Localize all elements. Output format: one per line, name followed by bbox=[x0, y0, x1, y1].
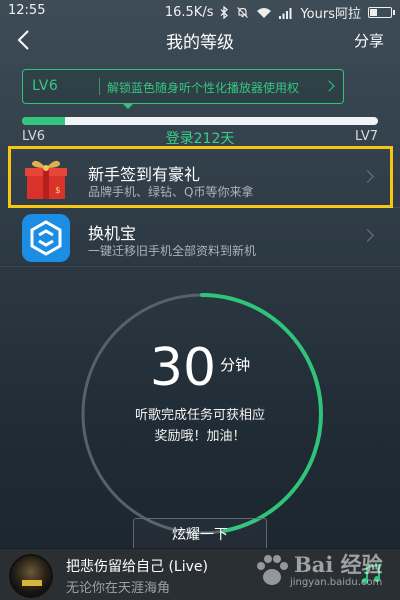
task-desc-line1: 听歌完成任务可获相应 bbox=[134, 408, 265, 423]
highlight-box bbox=[8, 146, 393, 208]
list-item-title: 换机宝 bbox=[88, 224, 137, 243]
paw-logo-icon bbox=[257, 555, 288, 585]
task-description: 听歌完成任务可获相应 奖励哦！加油！ bbox=[100, 405, 300, 447]
chevron-right-icon bbox=[361, 229, 374, 242]
album-art-label bbox=[22, 580, 42, 586]
baidu-jingyan-watermark: Bai 经验 jingyan.baidu.com bbox=[250, 545, 400, 600]
watermark-brand: Bai 经验 bbox=[294, 552, 383, 577]
song-subtitle: 无论你在天涯海角 bbox=[66, 581, 171, 596]
share-button[interactable]: 分享 bbox=[354, 30, 384, 51]
status-right: 16.5K/s Yours阿拉 bbox=[164, 3, 395, 22]
album-art[interactable] bbox=[9, 554, 53, 598]
huanjibao-app-icon bbox=[22, 214, 70, 262]
carrier-name: Yours阿拉 bbox=[300, 7, 361, 22]
mute-bell-icon bbox=[237, 7, 249, 18]
show-off-button[interactable]: 炫耀一下 bbox=[133, 518, 267, 552]
bluetooth-icon bbox=[221, 6, 229, 19]
task-desc-line2: 奖励哦！加油！ bbox=[154, 429, 246, 444]
login-days: 登录212天 bbox=[165, 131, 235, 147]
wifi-icon bbox=[257, 7, 272, 18]
song-title: 把悲伤留给自己 (Live) bbox=[66, 559, 208, 575]
status-bar: 12:55 16.5K/s Yours阿拉 bbox=[0, 0, 400, 22]
tip-separator bbox=[99, 78, 100, 95]
next-level-label: LV7 bbox=[355, 129, 378, 144]
timer-minutes: 30 bbox=[149, 338, 217, 398]
tip-pointer bbox=[122, 103, 134, 109]
timer-unit: 分钟 bbox=[220, 356, 251, 374]
divider bbox=[0, 266, 400, 267]
chevron-right-icon bbox=[323, 80, 335, 92]
watermark-url: jingyan.baidu.com bbox=[290, 577, 383, 588]
level-tip-text: 解锁蓝色随身听个性化播放器使用权 bbox=[107, 81, 300, 95]
timer-value: 30 分钟 bbox=[0, 338, 400, 398]
signal-icon bbox=[279, 7, 292, 19]
battery-fill bbox=[370, 9, 377, 16]
page-title: 我的等级 bbox=[166, 33, 234, 53]
list-item-huanjibao[interactable]: 换机宝 一键迁移旧手机全部资料到新机 bbox=[0, 208, 400, 266]
level-progress-fill bbox=[22, 117, 65, 125]
status-time: 12:55 bbox=[8, 3, 46, 18]
level-privilege-tip[interactable]: LV6 解锁蓝色随身听个性化播放器使用权 bbox=[22, 69, 344, 104]
level-badge: LV6 bbox=[32, 78, 59, 94]
list-item-subtitle: 一键迁移旧手机全部资料到新机 bbox=[88, 244, 257, 258]
level-progress-bar bbox=[22, 117, 378, 125]
battery-icon bbox=[368, 7, 395, 18]
net-speed: 16.5K/s bbox=[164, 5, 214, 20]
